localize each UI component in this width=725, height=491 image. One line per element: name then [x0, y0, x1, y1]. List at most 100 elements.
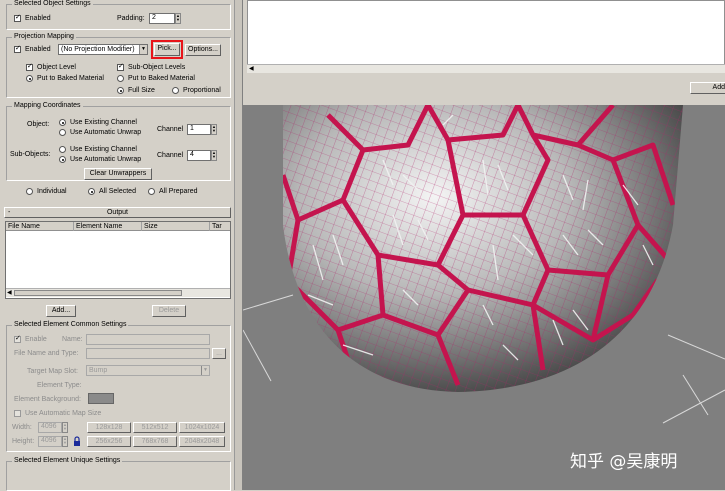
sub-channel-spinner[interactable]: ▲ ▼	[211, 150, 217, 161]
put-to-baked-radio-1[interactable]	[26, 75, 33, 82]
sub-object-levels-label: Sub-Object Levels	[128, 64, 186, 71]
padding-input[interactable]: 2	[149, 13, 175, 24]
height-spinner[interactable]: ▲ ▼	[62, 436, 68, 447]
all-selected-label: All Selected	[99, 188, 136, 195]
top-add-button[interactable]: Add	[690, 82, 725, 94]
object-use-existing-radio[interactable]	[59, 119, 66, 126]
sub-channel-label: Channel	[157, 152, 184, 159]
scroll-thumb[interactable]	[14, 290, 182, 296]
object-coords-label: Object:	[27, 121, 50, 128]
output-rollout-header[interactable]: - Output	[4, 207, 231, 218]
width-label: Width:	[12, 424, 32, 431]
enabled-checkbox[interactable]	[14, 13, 21, 22]
projection-modifier-value: (No Projection Modifier)	[61, 46, 135, 53]
padding-spinner[interactable]: ▲ ▼	[175, 13, 181, 24]
selected-element-unique-group: Selected Element Unique Settings	[6, 457, 231, 491]
all-prepared-label: All Prepared	[159, 188, 198, 195]
sub-use-existing-label: Use Existing Channel	[70, 146, 137, 153]
object-level-label: Object Level	[37, 64, 76, 71]
all-prepared-radio[interactable]	[148, 188, 155, 195]
column-target[interactable]: Tar	[210, 222, 230, 231]
file-name-input[interactable]	[86, 348, 210, 359]
output-rollout-title: Output	[106, 209, 128, 216]
proportional-label: Proportional	[183, 87, 221, 94]
put-to-baked-label-1: Put to Baked Material	[37, 75, 104, 82]
chevron-down-icon: ▼	[201, 366, 209, 375]
panel-scrollbar[interactable]	[234, 0, 242, 490]
full-size-label: Full Size	[128, 87, 155, 94]
object-channel-spinner[interactable]: ▲ ▼	[211, 124, 217, 135]
selected-element-common-title: Selected Element Common Settings	[12, 321, 129, 328]
soccer-ball-render	[243, 105, 725, 424]
render-to-texture-panel: Selected Object Settings Enabled Padding…	[0, 0, 243, 491]
column-size[interactable]: Size	[142, 222, 210, 231]
size-768-button[interactable]: 768x768	[133, 436, 177, 447]
height-label: Height:	[12, 438, 35, 445]
sub-object-levels-checkbox[interactable]	[117, 62, 124, 71]
element-type-label: Element Type:	[37, 382, 82, 389]
top-dialog-area: ◀ Add	[243, 0, 725, 105]
mapping-coordinates-title: Mapping Coordinates	[12, 102, 83, 109]
enabled-label: Enabled	[25, 15, 51, 22]
size-1024-button[interactable]: 1024x1024	[179, 422, 225, 433]
object-level-checkbox[interactable]	[26, 62, 33, 71]
target-map-slot-value: Bump	[89, 367, 108, 374]
add-output-button[interactable]: Add...	[46, 305, 76, 317]
padding-label: Padding:	[117, 15, 145, 22]
projection-enabled-label: Enabled	[25, 46, 51, 53]
sub-use-existing-radio[interactable]	[59, 146, 66, 153]
column-file-name[interactable]: File Name	[6, 222, 74, 231]
column-element-name[interactable]: Element Name	[74, 222, 142, 231]
put-to-baked-radio-2[interactable]	[117, 75, 124, 82]
object-use-auto-radio[interactable]	[59, 129, 66, 136]
selected-object-settings-title: Selected Object Settings	[12, 0, 93, 7]
size-2048-button[interactable]: 2048x2048	[179, 436, 225, 447]
output-rollout-toggle: -	[8, 209, 11, 216]
size-256-button[interactable]: 256x256	[87, 436, 131, 447]
object-channel-label: Channel	[157, 126, 184, 133]
target-map-slot-select[interactable]: Bump ▼	[86, 365, 210, 376]
sub-use-auto-label: Use Automatic Unwrap	[70, 156, 142, 163]
output-hscrollbar[interactable]: ◀	[6, 288, 230, 297]
element-enable-label: Enable	[25, 336, 47, 343]
watermark-text: 知乎 @吴康明	[570, 452, 678, 472]
all-selected-radio[interactable]	[88, 188, 95, 195]
element-name-input[interactable]	[86, 334, 210, 345]
size-512-button[interactable]: 512x512	[133, 422, 177, 433]
file-name-browse-button[interactable]: ...	[212, 348, 226, 359]
projection-modifier-select[interactable]: (No Projection Modifier) ▼	[58, 44, 148, 55]
scroll-left-arrow[interactable]: ◀	[7, 289, 12, 296]
pick-button[interactable]: Pick...	[154, 43, 180, 56]
output-list-header: File Name Element Name Size Tar	[6, 222, 230, 231]
lock-icon[interactable]	[73, 436, 81, 447]
sub-use-auto-radio[interactable]	[59, 156, 66, 163]
chevron-down-icon: ▼	[139, 45, 147, 54]
file-name-type-label: File Name and Type:	[14, 350, 79, 357]
element-enable-checkbox[interactable]	[14, 334, 21, 343]
top-hscrollbar[interactable]: ◀	[247, 64, 725, 73]
output-list[interactable]: File Name Element Name Size Tar ◀	[5, 221, 231, 299]
3d-viewport[interactable]: 知乎 @吴康明	[243, 105, 725, 490]
width-input[interactable]: 4096	[38, 422, 62, 433]
sub-objects-coords-label: Sub-Objects:	[10, 151, 51, 158]
proportional-radio[interactable]	[172, 87, 179, 94]
element-background-swatch[interactable]	[88, 393, 114, 404]
scroll-left-arrow[interactable]: ◀	[249, 65, 254, 72]
sub-channel-input[interactable]: 4	[187, 150, 211, 161]
element-name-label: Name:	[62, 336, 83, 343]
projection-enabled-checkbox[interactable]	[14, 44, 21, 53]
object-use-auto-label: Use Automatic Unwrap	[70, 129, 142, 136]
object-channel-input[interactable]: 1	[187, 124, 211, 135]
element-background-label: Element Background:	[14, 396, 81, 403]
height-input[interactable]: 4096	[38, 436, 62, 447]
use-auto-map-size-label: Use Automatic Map Size	[25, 410, 102, 417]
size-128-button[interactable]: 128x128	[87, 422, 131, 433]
clear-unwrappers-button[interactable]: Clear Unwrappers	[84, 168, 152, 180]
options-button[interactable]: Options...	[185, 44, 221, 56]
put-to-baked-label-2: Put to Baked Material	[128, 75, 195, 82]
delete-output-button[interactable]: Delete	[152, 305, 186, 317]
individual-radio[interactable]	[26, 188, 33, 195]
use-auto-map-size-checkbox[interactable]	[14, 410, 21, 417]
width-spinner[interactable]: ▲ ▼	[62, 422, 68, 433]
full-size-radio[interactable]	[117, 87, 124, 94]
